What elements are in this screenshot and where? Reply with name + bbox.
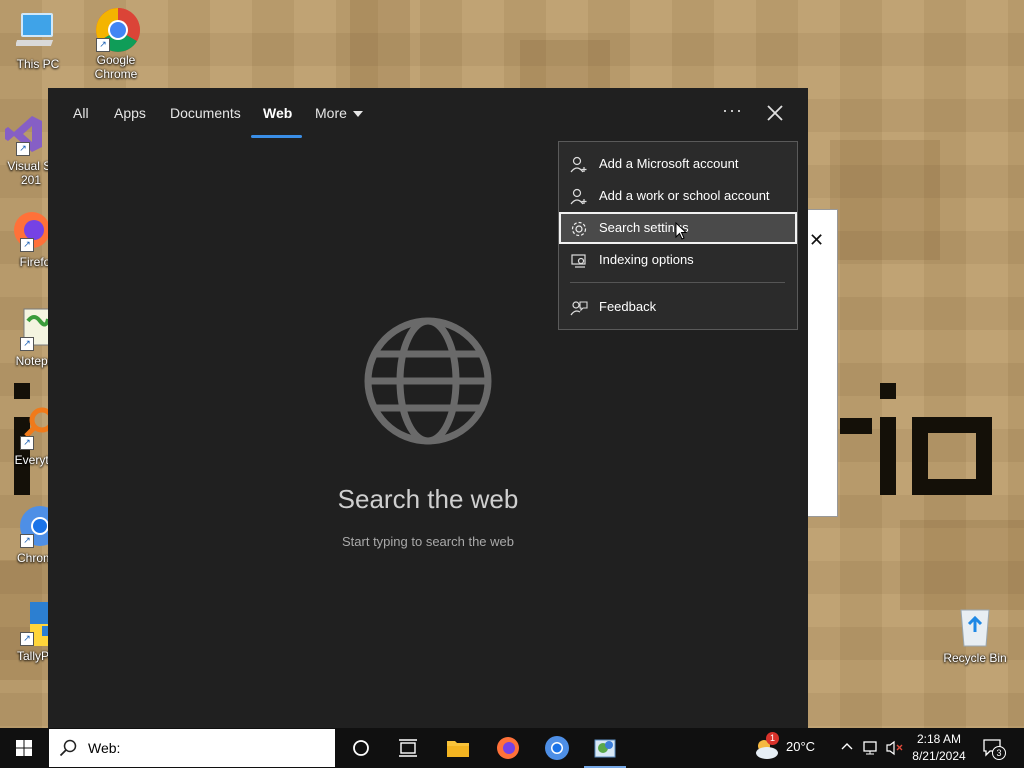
taskbar-file-explorer[interactable] <box>444 734 472 762</box>
tab-web[interactable]: Web <box>263 105 292 121</box>
tallyprime-icon: ↗ <box>6 602 52 646</box>
chevron-up-icon <box>841 743 853 750</box>
search-tabs: All Apps Documents Web More ··· <box>48 88 808 138</box>
menu-item-label: Add a work or school account <box>599 188 770 203</box>
start-button[interactable] <box>0 728 48 768</box>
app-window-icon <box>594 739 616 758</box>
recycle-bin-icon <box>953 604 997 648</box>
options-menu: Add a Microsoft account Add a work or sc… <box>558 141 798 330</box>
tab-apps[interactable]: Apps <box>114 105 146 121</box>
empty-state-subtitle: Start typing to search the web <box>342 534 514 549</box>
globe-icon <box>363 316 493 446</box>
feedback-icon <box>570 299 588 317</box>
search-icon <box>59 739 77 757</box>
menu-item-label: Add a Microsoft account <box>599 156 739 171</box>
volume-muted-icon <box>886 740 903 756</box>
cortana-icon <box>353 740 369 756</box>
chevron-down-icon <box>352 111 363 118</box>
notepad-icon: ↗ <box>6 307 51 351</box>
desktop-icon-recycle-bin[interactable]: Recycle Bin <box>937 604 1013 665</box>
network-icon <box>863 741 877 755</box>
empty-state-title: Search the web <box>337 484 519 514</box>
firefox-icon: ↗ <box>6 208 50 252</box>
menu-item-feedback[interactable]: Feedback <box>559 291 797 323</box>
indexing-icon <box>570 252 588 270</box>
chromium-icon <box>545 736 569 760</box>
taskbar-chromium[interactable] <box>543 734 571 762</box>
gear-icon <box>570 220 588 238</box>
notification-count-badge: 3 <box>992 746 1006 760</box>
network-button[interactable] <box>862 740 880 761</box>
menu-item-label: Feedback <box>599 299 657 314</box>
weather-widget[interactable]: 1 <box>752 732 780 762</box>
close-button[interactable] <box>764 102 786 124</box>
person-add-icon <box>570 188 588 206</box>
desktop-icon-this-pc[interactable]: This PC <box>0 10 76 71</box>
task-view-icon <box>399 739 417 757</box>
task-view-button[interactable] <box>394 734 422 762</box>
taskbar-firefox[interactable] <box>494 734 522 762</box>
search-query-text: Web: <box>88 740 121 756</box>
tab-more-label: More <box>315 105 347 121</box>
mouse-cursor-icon <box>675 222 687 240</box>
taskbar-active-app[interactable] <box>591 734 619 762</box>
chromium-icon: ↗ <box>6 504 60 548</box>
cortana-button[interactable] <box>347 734 375 762</box>
menu-item-add-microsoft-account[interactable]: Add a Microsoft account <box>559 148 797 180</box>
weather-temperature[interactable]: 20°C <box>786 739 815 754</box>
action-center-button[interactable]: 3 <box>982 738 1006 763</box>
folder-icon <box>447 741 469 757</box>
more-options-button[interactable]: ··· <box>722 100 743 121</box>
tab-more[interactable]: More <box>315 105 363 121</box>
taskbar: Web: 1 20°C 2:18 AM 8/21/2024 3 <box>0 728 1024 768</box>
menu-item-search-settings[interactable]: Search settings <box>559 212 797 244</box>
menu-item-add-work-account[interactable]: Add a work or school account <box>559 180 797 212</box>
background-dialog: ✕ <box>806 209 838 517</box>
computer-icon <box>14 10 60 54</box>
everything-search-icon: ↗ <box>6 406 55 450</box>
taskbar-clock[interactable]: 2:18 AM 8/21/2024 <box>906 731 972 765</box>
volume-button[interactable] <box>886 740 904 761</box>
weather-alert-badge: 1 <box>766 732 779 745</box>
menu-item-indexing-options[interactable]: Indexing options <box>559 244 797 276</box>
active-tab-indicator <box>251 135 302 138</box>
taskbar-search-input[interactable]: Web: <box>49 729 335 767</box>
firefox-icon <box>497 737 519 759</box>
close-icon[interactable]: ✕ <box>809 230 824 251</box>
desktop-icon-google-chrome[interactable]: ↗ Google Chrome <box>78 6 154 81</box>
tab-all[interactable]: All <box>73 105 89 121</box>
tab-documents[interactable]: Documents <box>170 105 241 121</box>
menu-item-label: Indexing options <box>599 252 694 267</box>
show-hidden-icons-button[interactable] <box>840 740 854 759</box>
clock-date: 8/21/2024 <box>912 749 966 763</box>
windows-logo-icon <box>16 740 32 756</box>
person-add-icon <box>570 156 588 174</box>
chrome-icon: ↗ <box>94 6 140 52</box>
visual-studio-icon: ↗ <box>2 112 46 156</box>
close-icon <box>767 105 783 121</box>
menu-divider <box>570 282 785 283</box>
clock-time: 2:18 AM <box>916 732 962 746</box>
